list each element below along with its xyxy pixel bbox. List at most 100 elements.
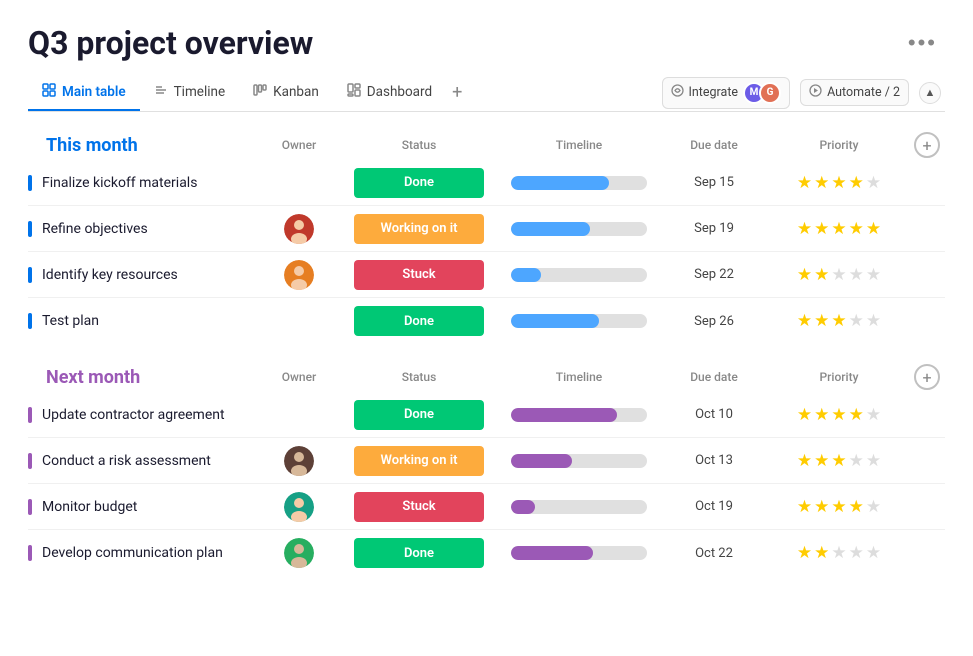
cell-timeline-2 <box>499 216 659 242</box>
cell-priority-2: ★ ★ ★ ★ ★ <box>769 213 909 245</box>
cell-timeline-1 <box>499 170 659 196</box>
dashboard-icon <box>347 83 361 101</box>
table-row: Test plan Done Sep 26 ★ ★ ★ <box>28 298 945 344</box>
row-name-4: Test plan <box>28 303 259 339</box>
status-badge-4[interactable]: Done <box>354 306 484 336</box>
section-next-month: Next month Owner Status Timeline Due dat… <box>28 364 945 576</box>
row-accent-7 <box>28 499 32 515</box>
timeline-bar-1 <box>511 176 609 190</box>
tab-dashboard[interactable]: Dashboard <box>333 75 446 111</box>
integrate-button[interactable]: Integrate M G <box>662 77 791 109</box>
kanban-icon <box>253 83 267 101</box>
table-row: Identify key resources Stuck <box>28 252 945 298</box>
collapse-button[interactable]: ▲ <box>919 82 941 104</box>
status-badge-5[interactable]: Done <box>354 400 484 430</box>
automate-button[interactable]: Automate / 2 <box>800 79 909 106</box>
status-badge-2[interactable]: Working on it <box>354 214 484 244</box>
avatar-person-teal <box>284 492 314 522</box>
row-accent-2 <box>28 221 32 237</box>
add-column-button-2[interactable]: + <box>914 364 940 390</box>
cell-status-5[interactable]: Done <box>339 394 499 436</box>
section-this-month-header: This month Owner Status Timeline Due dat… <box>28 132 945 158</box>
status-badge-7[interactable]: Stuck <box>354 492 484 522</box>
cell-status-6[interactable]: Working on it <box>339 440 499 482</box>
cell-duedate-8: Oct 22 <box>659 540 769 567</box>
status-badge-8[interactable]: Done <box>354 538 484 568</box>
timeline-bar-7 <box>511 500 535 514</box>
cell-status-2[interactable]: Working on it <box>339 208 499 250</box>
section-this-month: This month Owner Status Timeline Due dat… <box>28 132 945 344</box>
tab-actions: Integrate M G Automate / 2 ▲ <box>662 77 946 109</box>
more-menu-button[interactable]: ••• <box>900 26 945 60</box>
cell-status-7[interactable]: Stuck <box>339 486 499 528</box>
cell-status-4[interactable]: Done <box>339 300 499 342</box>
cell-timeline-8 <box>499 540 659 566</box>
cell-extra-2 <box>909 223 945 235</box>
table-row: Finalize kickoff materials Done Sep 15 ★ <box>28 160 945 206</box>
cell-timeline-6 <box>499 448 659 474</box>
section-this-month-title: This month <box>42 135 138 156</box>
cell-timeline-5 <box>499 402 659 428</box>
cell-owner-7 <box>259 486 339 528</box>
cell-duedate-3: Sep 22 <box>659 261 769 288</box>
timeline-bar-wrap-4 <box>511 314 647 328</box>
timeline-bar-8 <box>511 546 593 560</box>
cell-extra-6 <box>909 455 945 467</box>
row-accent-4 <box>28 313 32 329</box>
cell-duedate-6: Oct 13 <box>659 447 769 474</box>
cell-owner-6 <box>259 440 339 482</box>
cell-status-1[interactable]: Done <box>339 162 499 204</box>
timeline-bar-2 <box>511 222 590 236</box>
col-status-2: Status <box>339 370 499 384</box>
cell-timeline-4 <box>499 308 659 334</box>
avatar-person-green <box>284 538 314 568</box>
section-next-month-title: Next month <box>42 367 140 388</box>
col-priority-1: Priority <box>769 138 909 152</box>
cell-status-8[interactable]: Done <box>339 532 499 574</box>
avatar-2: G <box>759 82 781 104</box>
status-badge-1[interactable]: Done <box>354 168 484 198</box>
add-column-button-1[interactable]: + <box>914 132 940 158</box>
main-table-icon <box>42 83 56 101</box>
cell-priority-5: ★ ★ ★ ★ ★ <box>769 399 909 431</box>
integrate-label: Integrate <box>689 85 739 100</box>
page-title: Q3 project overview <box>28 24 313 62</box>
cell-duedate-2: Sep 19 <box>659 215 769 242</box>
cell-owner-2 <box>259 208 339 250</box>
timeline-bar-wrap-5 <box>511 408 647 422</box>
tab-kanban-label: Kanban <box>273 84 319 100</box>
table-row: Update contractor agreement Done Oct 10 … <box>28 392 945 438</box>
status-badge-3[interactable]: Stuck <box>354 260 484 290</box>
timeline-bar-4 <box>511 314 599 328</box>
status-badge-6[interactable]: Working on it <box>354 446 484 476</box>
row-name-7: Monitor budget <box>28 489 259 525</box>
cell-timeline-7 <box>499 494 659 520</box>
row-name-5: Update contractor agreement <box>28 397 259 433</box>
automate-label: Automate / 2 <box>827 85 900 100</box>
stars-1: ★ ★ ★ ★ ★ <box>797 173 881 193</box>
row-name-6: Conduct a risk assessment <box>28 443 259 479</box>
table-row: Refine objectives Working on it <box>28 206 945 252</box>
timeline-bar-wrap-7 <box>511 500 647 514</box>
cell-owner-8 <box>259 532 339 574</box>
row-name-2: Refine objectives <box>28 211 259 247</box>
cell-extra-5 <box>909 409 945 421</box>
tabs-row: Main table Timeline Kanban Dashboard + <box>28 74 945 112</box>
add-tab-button[interactable]: + <box>446 74 468 111</box>
cell-priority-7: ★ ★ ★ ★ ★ <box>769 491 909 523</box>
row-accent-3 <box>28 267 32 283</box>
section-next-month-header: Next month Owner Status Timeline Due dat… <box>28 364 945 390</box>
timeline-bar-wrap-6 <box>511 454 647 468</box>
timeline-bar-wrap-1 <box>511 176 647 190</box>
stars-7: ★ ★ ★ ★ ★ <box>797 497 881 517</box>
cell-status-3[interactable]: Stuck <box>339 254 499 296</box>
col-timeline-1: Timeline <box>499 138 659 152</box>
cell-owner-4 <box>259 315 339 327</box>
timeline-bar-6 <box>511 454 572 468</box>
tab-kanban[interactable]: Kanban <box>239 75 333 111</box>
tab-timeline-label: Timeline <box>174 84 226 100</box>
timeline-bar-wrap-2 <box>511 222 647 236</box>
row-accent-8 <box>28 545 32 561</box>
tab-timeline[interactable]: Timeline <box>140 75 240 111</box>
tab-main-table[interactable]: Main table <box>28 75 140 111</box>
